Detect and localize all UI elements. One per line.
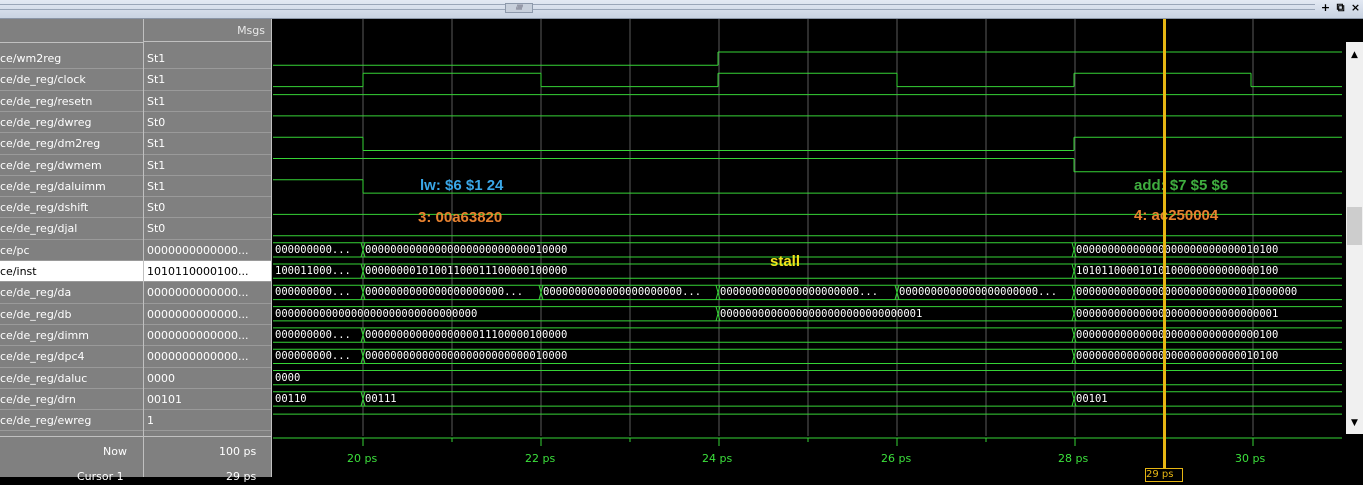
- signal-name[interactable]: ce/de_reg/djal: [0, 218, 143, 239]
- time-tick-label: 30 ps: [1235, 452, 1266, 465]
- signal-name[interactable]: ce/wm2reg: [0, 48, 143, 69]
- signal-value[interactable]: 0000000000000...: [144, 282, 271, 303]
- cursor-pane: Now 100 ps Cursor 1 29 ps: [0, 436, 271, 483]
- scroll-thumb[interactable]: [1347, 207, 1362, 245]
- bus-value-label: 00000000000000000000000000010100: [1076, 243, 1279, 256]
- time-tick-label: 20 ps: [347, 452, 378, 465]
- bus-value-label: 00000000000000000000000000010000000: [1076, 286, 1298, 299]
- row-separator: [144, 430, 271, 432]
- cursor-time-box[interactable]: 29 ps: [1145, 468, 1183, 482]
- waveform-svg: [273, 19, 1342, 436]
- signal-name[interactable]: ce/de_reg/dshift: [0, 197, 143, 218]
- bus-value-label: 100011000...: [275, 265, 351, 277]
- cursor-line[interactable]: [1163, 19, 1166, 469]
- pane-divider[interactable]: [271, 19, 272, 477]
- signal-value[interactable]: 0000000000000...: [144, 346, 271, 367]
- bus-value-label: 00000000101001100011100000100000: [365, 265, 568, 277]
- bus-value-label: 000000000...: [275, 328, 351, 341]
- bus-value-label: 00111: [365, 392, 397, 405]
- waveform-canvas[interactable]: [273, 19, 1342, 436]
- signal-value[interactable]: 0000: [144, 368, 271, 389]
- bus-value-label: 0000000000000000000000...: [720, 286, 879, 299]
- bus-value-label: 00000000000000000000000000000001: [720, 307, 923, 320]
- signal-name[interactable]: ce/de_reg/dimm: [0, 325, 143, 346]
- signal-name[interactable]: ce/de_reg/drn: [0, 389, 143, 410]
- annotation-add: add: $7 $5 $6: [1134, 177, 1229, 194]
- signal-name[interactable]: ce/de_reg/da: [0, 282, 143, 303]
- annotation-inst3: 3: 00a63820: [418, 209, 503, 226]
- time-tick-label: 28 ps: [1058, 452, 1089, 465]
- signal-value[interactable]: St1: [144, 133, 271, 154]
- bus-value-label: 0000000000000000000000...: [365, 286, 524, 299]
- bus-value-label: 00000000000000000000000000010000: [365, 243, 568, 256]
- bus-value-label: 00000000000000000000000000000000: [275, 307, 478, 320]
- cursor-label[interactable]: Cursor 1: [77, 469, 124, 485]
- signal-name[interactable]: ce/pc: [0, 240, 143, 261]
- signal-value[interactable]: St1: [144, 91, 271, 112]
- row-separator: [0, 430, 143, 432]
- bus-value-label: 00000000000000000000000000010100: [1076, 350, 1279, 363]
- signal-name[interactable]: ce/de_reg/ewreg: [0, 410, 143, 431]
- scroll-up-icon[interactable]: ▲: [1346, 48, 1363, 62]
- signal-name[interactable]: ce/de_reg/daluimm: [0, 176, 143, 197]
- scroll-down-icon[interactable]: ▼: [1346, 416, 1363, 430]
- signal-name[interactable]: ce/de_reg/clock: [0, 69, 143, 90]
- signal-value[interactable]: St0: [144, 197, 271, 218]
- signal-name[interactable]: ce/de_reg/db: [0, 304, 143, 325]
- signal-name[interactable]: ce/de_reg/dpc4: [0, 346, 143, 367]
- bus-value-label: 0000: [275, 371, 301, 384]
- zoom-in-icon[interactable]: +: [1319, 1, 1332, 14]
- bus-value-label: 00110: [275, 392, 307, 405]
- signal-value[interactable]: St1: [144, 48, 271, 69]
- signal-value[interactable]: St1: [144, 155, 271, 176]
- pane-titlebar: ////// + ⧉ ×: [0, 0, 1363, 19]
- signal-value[interactable]: St1: [144, 176, 271, 197]
- signal-name[interactable]: ce/inst: [0, 261, 143, 282]
- signal-value[interactable]: 0000000000000...: [144, 240, 271, 261]
- close-icon[interactable]: ×: [1349, 1, 1362, 14]
- dock-icon[interactable]: ⧉: [1334, 1, 1347, 14]
- signal-value[interactable]: 00101: [144, 389, 271, 410]
- signal-name[interactable]: ce/de_reg/dwmem: [0, 155, 143, 176]
- bus-value-label: 00101: [1076, 392, 1108, 405]
- annotation-stall: stall: [770, 253, 801, 270]
- signal-value[interactable]: St0: [144, 218, 271, 239]
- signal-name[interactable]: ce/de_reg/daluc: [0, 368, 143, 389]
- waveform-vertical-scrollbar[interactable]: ▲ ▼: [1346, 42, 1363, 434]
- time-tick-label: 26 ps: [881, 452, 912, 465]
- signal-name[interactable]: ce/de_reg/resetn: [0, 91, 143, 112]
- names-header: [0, 19, 143, 43]
- pane-drag-handle[interactable]: //////: [505, 3, 533, 13]
- bus-value-label: 000000000...: [275, 286, 351, 299]
- signal-value[interactable]: St1: [144, 69, 271, 90]
- time-tick-label: 22 ps: [525, 452, 556, 465]
- now-value: 100 ps: [219, 445, 257, 458]
- signal-value[interactable]: 0000000000000...: [144, 325, 271, 346]
- cursor-value: 29 ps: [226, 470, 257, 483]
- signal-value[interactable]: 1010110000100...: [144, 261, 271, 282]
- bus-value-label: 000000000...: [275, 350, 351, 363]
- annotation-lw: lw: $6 $1 24: [420, 177, 504, 194]
- annotation-inst4: 4: ac250004: [1134, 207, 1219, 224]
- time-tick-label: 24 ps: [702, 452, 733, 465]
- bottom-divider: [143, 436, 144, 477]
- bus-value-label: 00000000000000000000000000000100: [1076, 328, 1279, 341]
- now-label: Now: [103, 445, 127, 458]
- bus-value-label: 00000000000000000000000000010000: [365, 350, 568, 363]
- bus-value-label: 10101100001010100000000000000100: [1076, 265, 1279, 277]
- signal-value[interactable]: 1: [144, 410, 271, 431]
- signal-value[interactable]: 0000000000000...: [144, 304, 271, 325]
- bus-value-label: 0000000000000000000000...: [899, 286, 1058, 299]
- bottom-rule: [0, 436, 271, 437]
- bus-value-label: 00000000000000000011100000100000: [365, 328, 568, 341]
- pane-grip: [0, 4, 1315, 10]
- signal-name[interactable]: ce/de_reg/dwreg: [0, 112, 143, 133]
- msgs-header: Msgs: [144, 19, 271, 42]
- signal-value[interactable]: St0: [144, 112, 271, 133]
- signal-name[interactable]: ce/de_reg/dm2reg: [0, 133, 143, 154]
- bus-value-label: 000000000...: [275, 243, 351, 256]
- bus-value-label: 0000000000000000000000...: [543, 286, 702, 299]
- bus-value-label: 00000000000000000000000000000001: [1076, 307, 1279, 320]
